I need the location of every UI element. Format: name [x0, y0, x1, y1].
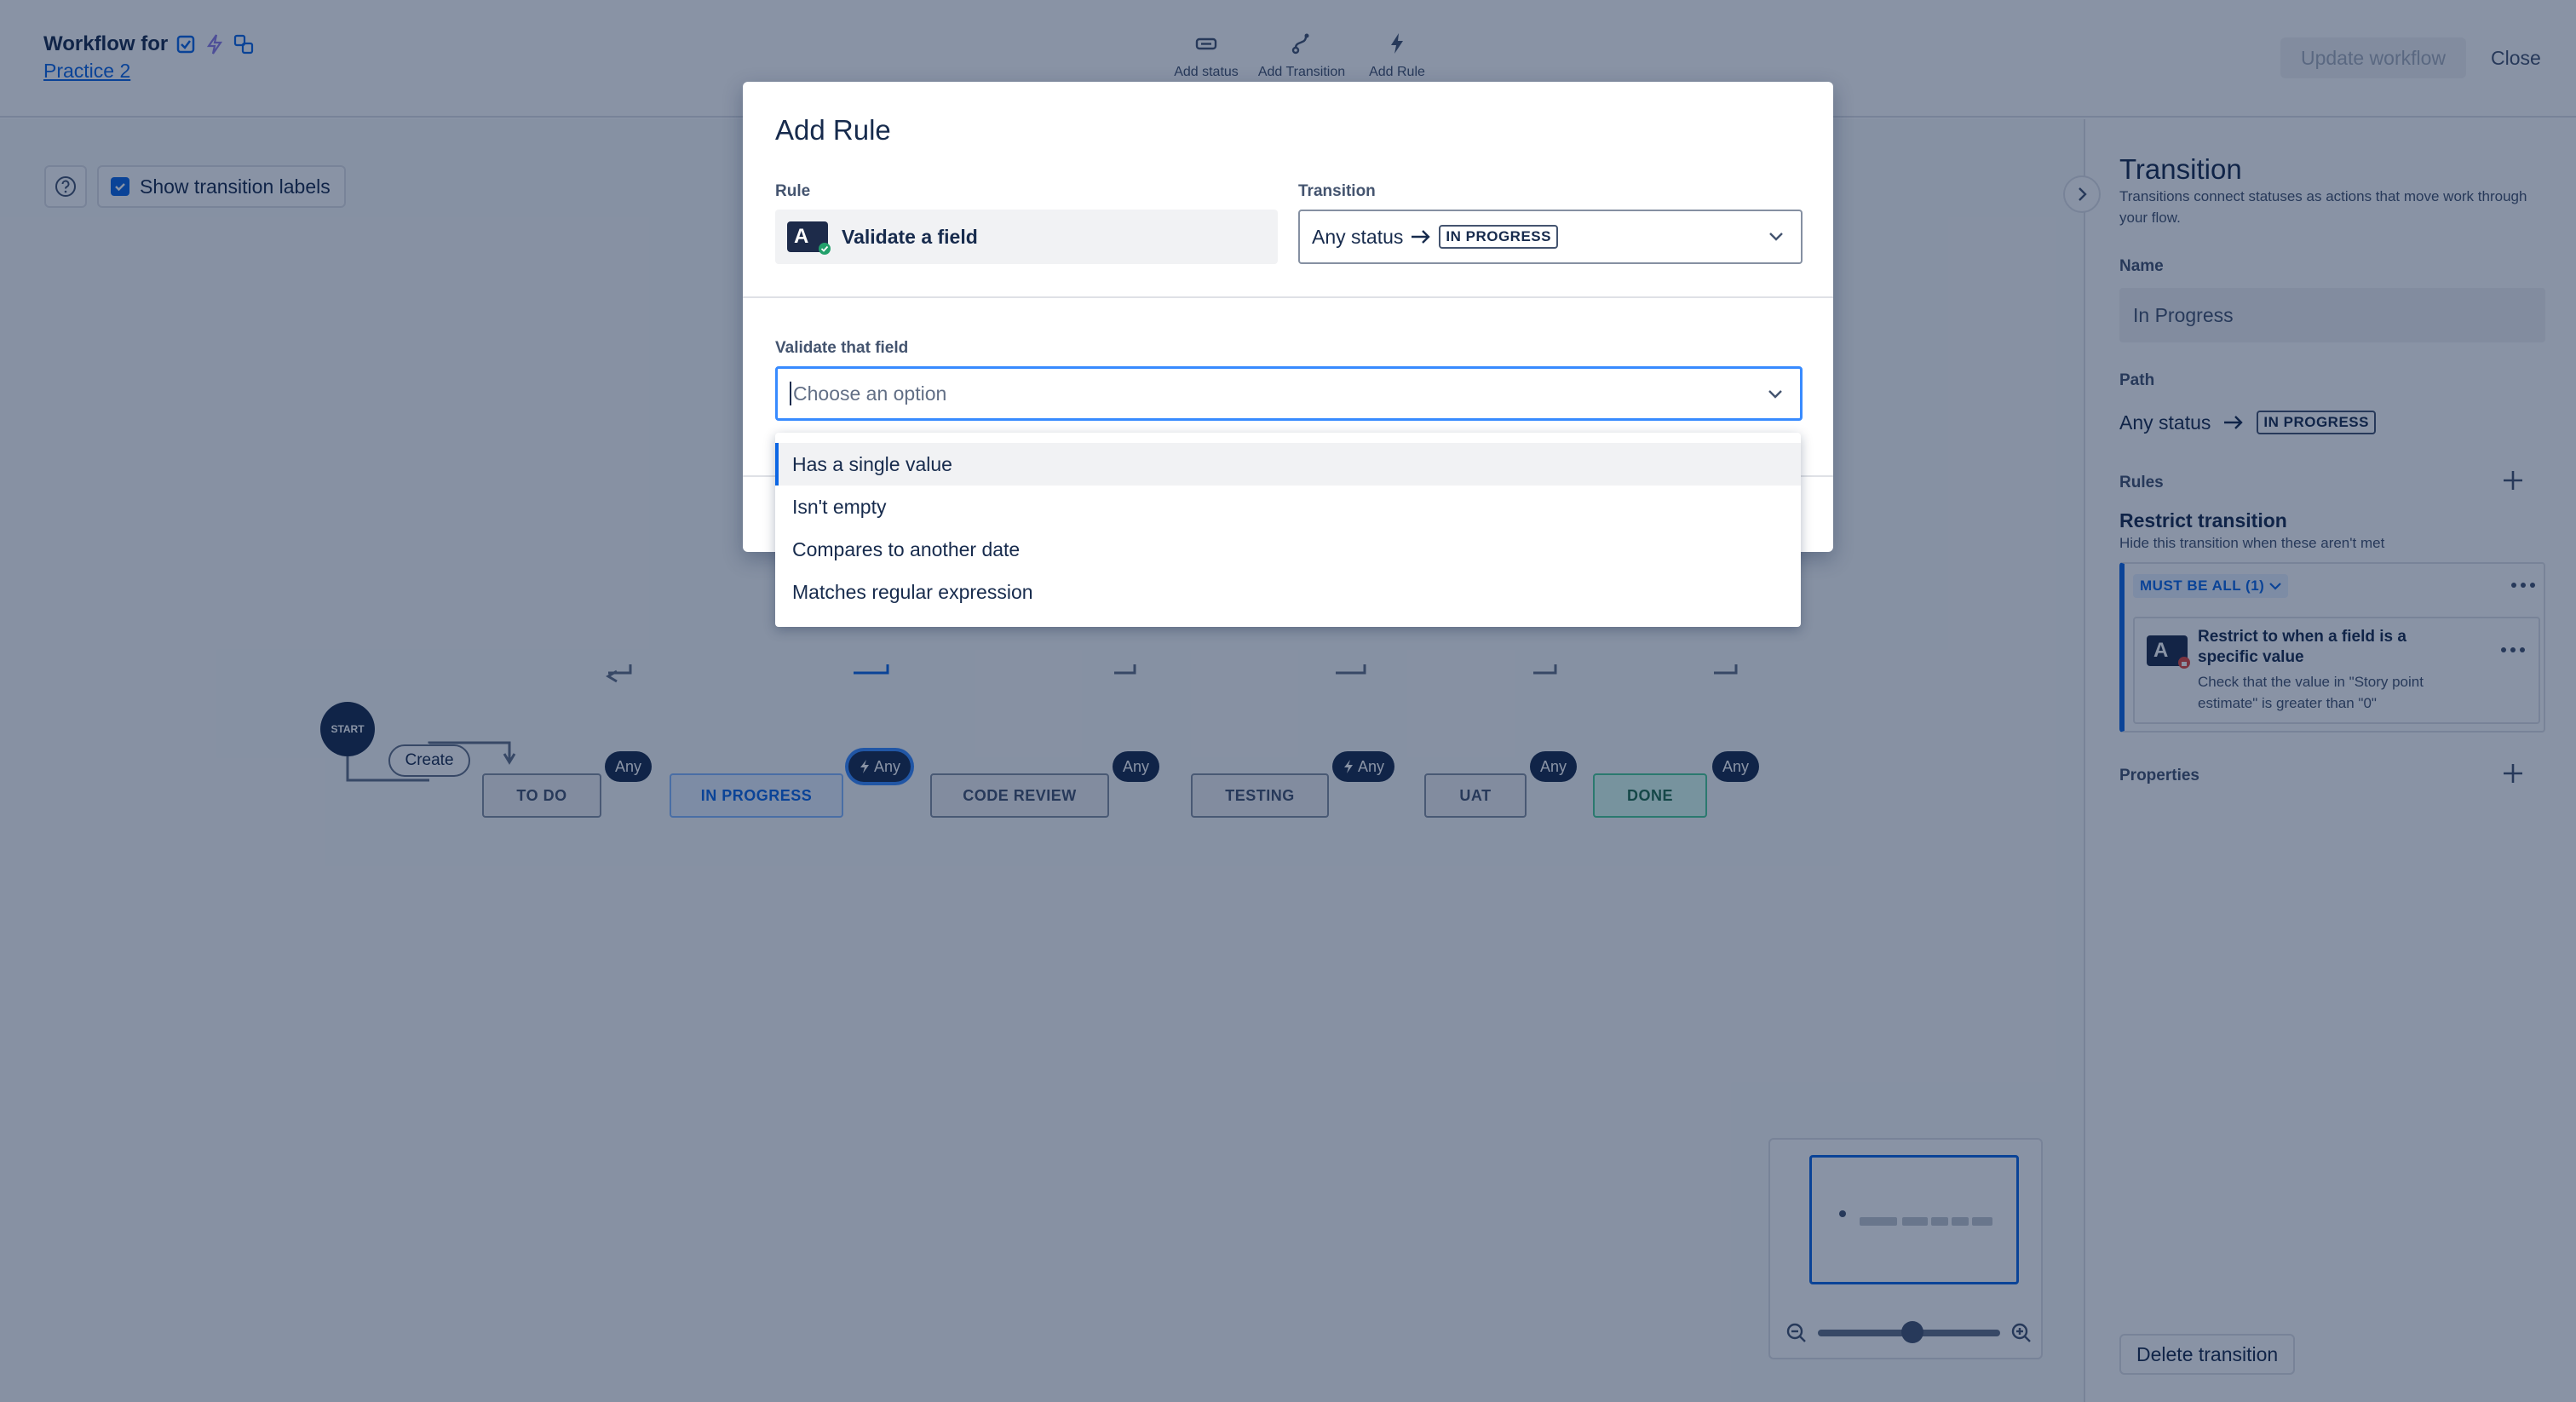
chevron-down-icon	[1769, 233, 1783, 241]
modal-divider	[743, 296, 1833, 298]
transition-select[interactable]: Any status IN PROGRESS	[1298, 210, 1803, 264]
text-caret	[790, 382, 791, 405]
modal-title: Add Rule	[775, 114, 891, 146]
rule-label: Rule	[775, 182, 811, 200]
rule-value: Validate a field	[842, 225, 978, 248]
chevron-down-icon	[1768, 390, 1782, 399]
validate-options-menu: Has a single value Isn't empty Compares …	[775, 433, 1801, 627]
option-compares-date[interactable]: Compares to another date	[775, 528, 1801, 571]
transition-label: Transition	[1298, 182, 1376, 200]
validate-field-icon: A	[787, 221, 831, 255]
transition-from: Any status	[1312, 225, 1404, 248]
validate-placeholder: Choose an option	[793, 382, 947, 405]
transition-to-lozenge: IN PROGRESS	[1439, 225, 1558, 249]
option-has-single-value[interactable]: Has a single value	[775, 443, 1801, 486]
option-isnt-empty[interactable]: Isn't empty	[775, 486, 1801, 528]
rule-selector: A Validate a field	[775, 210, 1278, 264]
arrow-right-icon	[1412, 230, 1431, 244]
validate-field-label: Validate that field	[775, 339, 909, 357]
option-matches-regex[interactable]: Matches regular expression	[775, 571, 1801, 613]
validate-field-select[interactable]: Choose an option	[775, 366, 1803, 421]
